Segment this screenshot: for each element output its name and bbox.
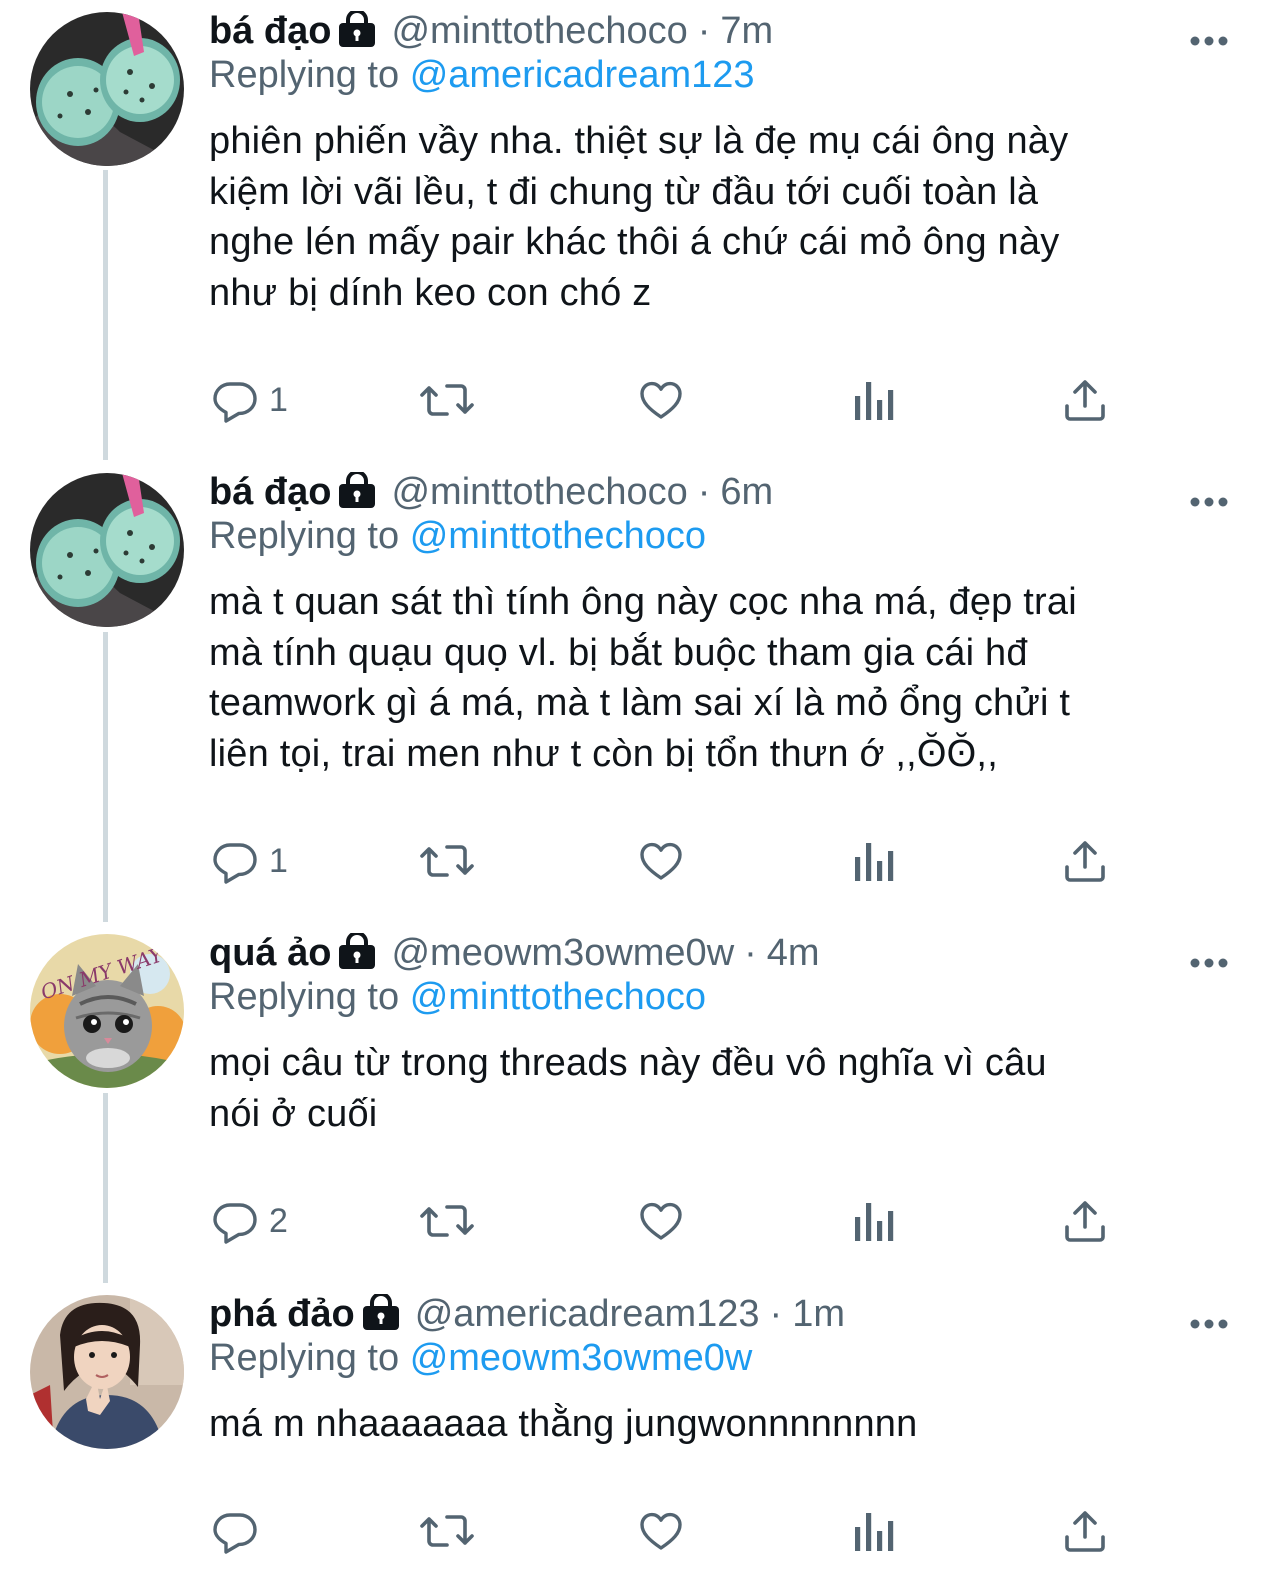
reply-icon — [213, 843, 257, 884]
like-button[interactable] — [637, 831, 685, 891]
replying-to-handle[interactable]: @americadream123 — [410, 54, 755, 96]
share-icon — [1065, 841, 1105, 882]
lock-icon — [337, 465, 381, 508]
views-button[interactable] — [851, 370, 895, 430]
retweet-button[interactable] — [419, 831, 475, 891]
views-button[interactable] — [851, 831, 895, 891]
views-button[interactable] — [851, 1501, 895, 1561]
replying-to: Replying to @americadream123 — [209, 52, 1234, 98]
reply-button[interactable]: 2 — [211, 1191, 288, 1251]
tweet-header: bá đạo @minttothechoco · 7m — [209, 0, 1234, 52]
more-icon[interactable] — [1190, 1317, 1228, 1331]
like-button[interactable] — [637, 1501, 685, 1561]
tweet[interactable]: phá đảo @americadream123 · 1m Replying t… — [0, 1283, 1284, 1581]
tweet-header: phá đảo @americadream123 · 1m — [209, 1283, 1234, 1335]
tweet[interactable]: bá đạo @minttothechoco · 7m Replying to … — [0, 0, 1284, 460]
tweet[interactable]: ON MY WAY quá ảo @meowm3owme0w · 4m Repl… — [0, 922, 1284, 1282]
reply-icon — [213, 382, 257, 423]
separator: · — [769, 1293, 783, 1335]
replying-prefix: Replying to — [209, 54, 400, 96]
tweet-text: mọi câu từ trong threads này đều vô nghĩ… — [209, 1042, 1047, 1135]
retweet-icon — [420, 1515, 474, 1547]
action-bar — [209, 1501, 1129, 1561]
reply-icon — [213, 1513, 257, 1554]
timestamp[interactable]: 6m — [720, 461, 773, 523]
lock-icon — [361, 1287, 405, 1330]
views-button[interactable] — [851, 1191, 895, 1251]
share-icon — [1065, 380, 1105, 421]
views-icon — [855, 1513, 894, 1551]
action-bar: 2 — [209, 1191, 1129, 1251]
reply-button[interactable]: 1 — [211, 831, 288, 891]
share-button[interactable] — [1061, 1501, 1109, 1561]
replying-prefix: Replying to — [209, 515, 400, 557]
reply-count: 1 — [269, 841, 288, 880]
kitten-avatar-icon: ON MY WAY — [30, 934, 184, 1088]
replying-prefix: Replying to — [209, 1337, 400, 1379]
retweet-button[interactable] — [419, 1501, 475, 1561]
mint-ice-cream-avatar-icon — [30, 473, 184, 627]
replying-prefix: Replying to — [209, 976, 400, 1018]
mint-ice-cream-avatar-icon — [30, 12, 184, 166]
views-icon — [855, 382, 894, 420]
retweet-button[interactable] — [419, 1191, 475, 1251]
replying-to-handle[interactable]: @minttothechoco — [410, 515, 706, 557]
reply-count: 1 — [269, 380, 288, 419]
timestamp[interactable]: 4m — [767, 922, 820, 984]
retweet-icon — [420, 845, 474, 877]
like-icon — [640, 381, 682, 419]
replying-to-handle[interactable]: @minttothechoco — [410, 976, 706, 1018]
lock-icon — [337, 4, 381, 47]
lock-icon — [337, 926, 381, 969]
more-icon[interactable] — [1190, 495, 1228, 509]
replying-to: Replying to @meowm3owme0w — [209, 1335, 1234, 1381]
retweet-icon — [420, 1205, 474, 1237]
tweet-header: bá đạo @minttothechoco · 6m — [209, 461, 1234, 513]
replying-to-handle[interactable]: @meowm3owme0w — [410, 1337, 753, 1379]
avatar[interactable] — [30, 12, 184, 166]
share-button[interactable] — [1061, 831, 1109, 891]
avatar[interactable] — [30, 1295, 184, 1449]
tweet[interactable]: bá đạo @minttothechoco · 6m Replying to … — [0, 461, 1284, 921]
person-avatar-icon — [30, 1295, 184, 1449]
retweet-icon — [420, 384, 474, 416]
share-icon — [1065, 1201, 1105, 1242]
reply-icon — [213, 1203, 257, 1244]
tweet-header: quá ảo @meowm3owme0w · 4m — [209, 922, 1234, 974]
separator: · — [744, 932, 757, 974]
more-icon[interactable] — [1190, 34, 1228, 48]
reply-button[interactable] — [211, 1501, 269, 1561]
like-icon — [640, 842, 682, 880]
timestamp[interactable]: 1m — [792, 1283, 845, 1345]
avatar[interactable] — [30, 473, 184, 627]
action-bar: 1 — [209, 370, 1129, 430]
more-icon[interactable] — [1190, 956, 1228, 970]
like-button[interactable] — [637, 370, 685, 430]
share-button[interactable] — [1061, 370, 1109, 430]
tweet-text: má m nhaaaaaaa thằng jungwonnnnnnnn — [209, 1403, 918, 1445]
tweet-text: mà t quan sát thì tính ông này cọc nha m… — [209, 581, 1077, 775]
like-button[interactable] — [637, 1191, 685, 1251]
reply-button[interactable]: 1 — [211, 370, 288, 430]
avatar[interactable]: ON MY WAY — [30, 934, 184, 1088]
share-button[interactable] — [1061, 1191, 1109, 1251]
action-bar: 1 — [209, 831, 1129, 891]
tweet-text: phiên phiến vầy nha. thiệt sự là đẹ mụ c… — [209, 120, 1069, 314]
like-icon — [640, 1202, 682, 1240]
share-icon — [1065, 1511, 1105, 1552]
views-icon — [855, 1203, 894, 1241]
views-icon — [855, 843, 894, 881]
retweet-button[interactable] — [419, 370, 475, 430]
like-icon — [640, 1512, 682, 1550]
reply-count: 2 — [269, 1201, 288, 1240]
